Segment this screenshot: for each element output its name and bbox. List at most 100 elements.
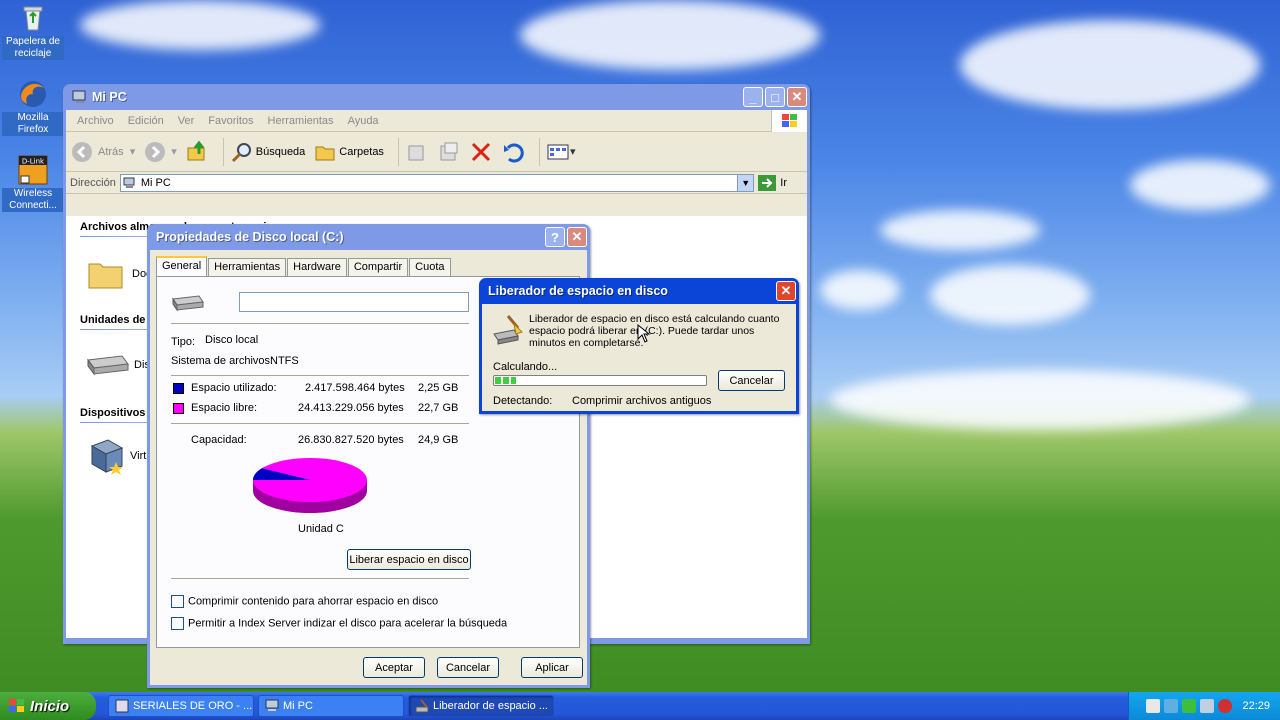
mipc-titlebar[interactable]: Mi PC _ □ ✕ [66, 84, 807, 110]
cloud [880, 210, 1040, 250]
properties-titlebar[interactable]: Propiedades de Disco local (C:) ? ✕ [150, 224, 587, 250]
delete-button[interactable] [469, 140, 493, 164]
cloud [80, 0, 320, 50]
toolbar-separator [222, 137, 224, 166]
maximize-button[interactable]: □ [765, 87, 785, 107]
menu-ver[interactable]: Ver [171, 115, 202, 127]
delete-x-icon [471, 142, 490, 161]
undo-button[interactable] [501, 140, 525, 164]
tray-icon-safe-remove[interactable] [1200, 699, 1215, 713]
item-virtualbox[interactable]: Virt [86, 436, 146, 476]
views-button[interactable]: ▾ [546, 140, 575, 164]
cloud [960, 20, 1260, 110]
compress-checkbox[interactable] [171, 595, 184, 608]
address-dropdown-button[interactable]: ▼ [737, 174, 754, 191]
filesystem-value: NTFS [270, 355, 299, 367]
tab-general[interactable]: General [156, 256, 208, 277]
move-to-icon [408, 145, 424, 160]
disk-cleanup-button[interactable]: Liberar espacio en disco [347, 549, 471, 570]
taskbar-button-mipc[interactable]: Mi PC [258, 695, 404, 717]
forward-arrow-icon [145, 141, 166, 162]
menu-favoritos[interactable]: Favoritos [201, 115, 260, 127]
desktop-icon-recycle-bin[interactable]: Papelera de reciclaje [2, 2, 64, 60]
go-label: Ir [780, 176, 787, 189]
item-documents[interactable]: Doc [86, 256, 152, 292]
desktop-icon-label: Wireless Connecti... [2, 188, 64, 212]
menu-herramientas[interactable]: Herramientas [261, 115, 341, 127]
windows-logo-icon [9, 699, 24, 712]
desktop-icon-wireless[interactable]: D-Link Wireless Connecti... [2, 154, 64, 212]
virtualbox-icon [90, 439, 124, 475]
close-button[interactable]: ✕ [567, 227, 587, 247]
address-input[interactable]: Mi PC ▼ [119, 173, 755, 192]
item-local-disk[interactable]: Disc [84, 352, 155, 378]
tab-cuota[interactable]: Cuota [409, 258, 451, 276]
free-gb: 22,7 GB [418, 402, 459, 414]
computer-icon [123, 177, 135, 188]
cloud [930, 265, 1090, 325]
copy-to-button[interactable] [437, 140, 461, 164]
ok-button[interactable]: Aceptar [363, 657, 425, 678]
computer-icon [72, 90, 86, 103]
desktop-icon-firefox[interactable]: Mozilla Firefox [2, 78, 64, 136]
toolbar-separator [538, 137, 540, 166]
recycle-bin-icon [17, 2, 49, 34]
tab-hardware[interactable]: Hardware [287, 258, 347, 276]
windows-logo-icon [771, 110, 807, 132]
tab-herramientas[interactable]: Herramientas [208, 258, 287, 276]
disk-cleanup-dialog: Liberador de espacio en disco ✕ Liberado… [479, 278, 799, 414]
hard-drive-icon [87, 355, 129, 376]
start-button[interactable]: Inicio [0, 692, 96, 720]
up-button[interactable] [185, 140, 209, 164]
window-title: Mi PC [92, 90, 127, 104]
close-button[interactable]: ✕ [776, 281, 796, 301]
folder-up-icon [187, 140, 205, 160]
clock[interactable]: 22:29 [1242, 700, 1270, 712]
back-button[interactable]: Atrás ▾ [70, 140, 135, 164]
capacity-label: Capacidad: [191, 434, 247, 446]
free-bytes: 24.413.229.056 bytes [298, 402, 404, 414]
taskbar-button-cleanup[interactable]: Liberador de espacio ... [408, 695, 554, 717]
tray-icon-volume[interactable] [1164, 699, 1179, 713]
menu-ayuda[interactable]: Ayuda [341, 115, 386, 127]
disk-cleanup-icon [415, 699, 429, 713]
detecting-value: Comprimir archivos antiguos [572, 395, 712, 407]
section-devices: Dispositivos [80, 407, 146, 419]
used-gb: 2,25 GB [418, 382, 459, 394]
go-button[interactable]: Ir [758, 174, 787, 191]
minimize-button[interactable]: _ [743, 87, 763, 107]
desktop-icon-label: Papelera de reciclaje [2, 36, 64, 60]
menu-archivo[interactable]: Archivo [70, 115, 121, 127]
start-label: Inicio [30, 697, 70, 715]
free-label: Espacio libre: [191, 402, 258, 414]
folders-icon [315, 146, 335, 160]
taskbar-button-seriales[interactable]: SERIALES DE ORO - ... [108, 695, 254, 717]
tray-icon-security[interactable] [1218, 699, 1233, 713]
cancel-button[interactable]: Cancelar [437, 657, 499, 678]
type-label: Tipo: [171, 336, 196, 348]
help-button[interactable]: ? [545, 227, 565, 247]
volume-name-input[interactable] [239, 292, 469, 312]
capacity-gb: 24,9 GB [418, 434, 459, 446]
tray-icon-wireless[interactable] [1182, 699, 1197, 713]
folders-label: Carpetas [339, 145, 384, 158]
search-button[interactable]: Búsqueda [230, 140, 305, 164]
menubar: Archivo Edición Ver Favoritos Herramient… [66, 110, 807, 132]
compress-checkbox-row[interactable]: Comprimir contenido para ahorrar espacio… [171, 595, 438, 608]
move-to-button[interactable] [405, 140, 429, 164]
forward-button[interactable]: ▾ [143, 140, 177, 164]
tab-compartir[interactable]: Compartir [347, 258, 409, 276]
folders-button[interactable]: Carpetas [313, 140, 384, 164]
cleanup-titlebar[interactable]: Liberador de espacio en disco ✕ [482, 278, 796, 304]
index-checkbox[interactable] [171, 617, 184, 630]
tab-strip: General Herramientas Hardware Compartir … [156, 256, 452, 277]
tray-icon-network[interactable] [1146, 699, 1161, 713]
apply-button[interactable]: Aplicar [521, 657, 583, 678]
cancel-button[interactable]: Cancelar [718, 370, 785, 391]
close-button[interactable]: ✕ [787, 87, 807, 107]
used-color-swatch [173, 383, 184, 394]
used-bytes: 2.417.598.464 bytes [305, 382, 405, 394]
index-checkbox-row[interactable]: Permitir a Index Server indizar el disco… [171, 617, 507, 630]
copy-to-icon [440, 142, 458, 160]
menu-edicion[interactable]: Edición [121, 115, 171, 127]
